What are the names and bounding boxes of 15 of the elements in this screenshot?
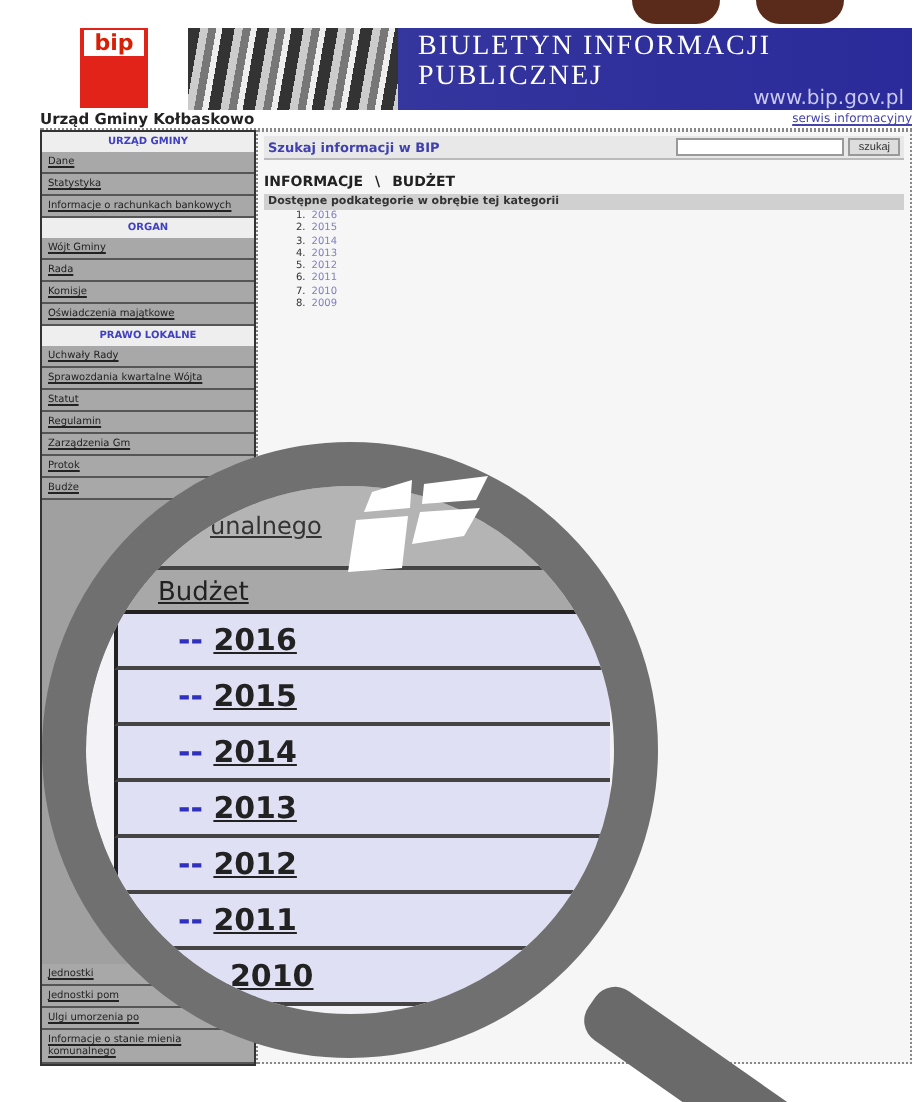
banner-title: BIULETYN INFORMACJI [418, 32, 773, 62]
magnified-link[interactable]: 2010 [230, 958, 314, 994]
magnified-link[interactable]: Budżet [158, 578, 249, 608]
magnified-link[interactable]: -- 2016 [178, 622, 297, 658]
glare-icon [348, 476, 488, 576]
magnified-link[interactable]: -- 2013 [178, 790, 297, 826]
magnified-link[interactable]: -- 2012 [178, 846, 297, 882]
magnified-link[interactable]: -- 2014 [178, 734, 297, 770]
magnified-link[interactable]: -- 2015 [178, 678, 297, 714]
site-url: www.bip.gov.pl [751, 88, 904, 110]
magnified-link[interactable]: -- 2011 [178, 902, 297, 938]
bip-logo[interactable]: bip [80, 28, 148, 108]
magnified-text: unalnego [210, 512, 322, 540]
search-field[interactable] [676, 138, 845, 156]
banner-title: PUBLICZNEJ [418, 62, 605, 92]
